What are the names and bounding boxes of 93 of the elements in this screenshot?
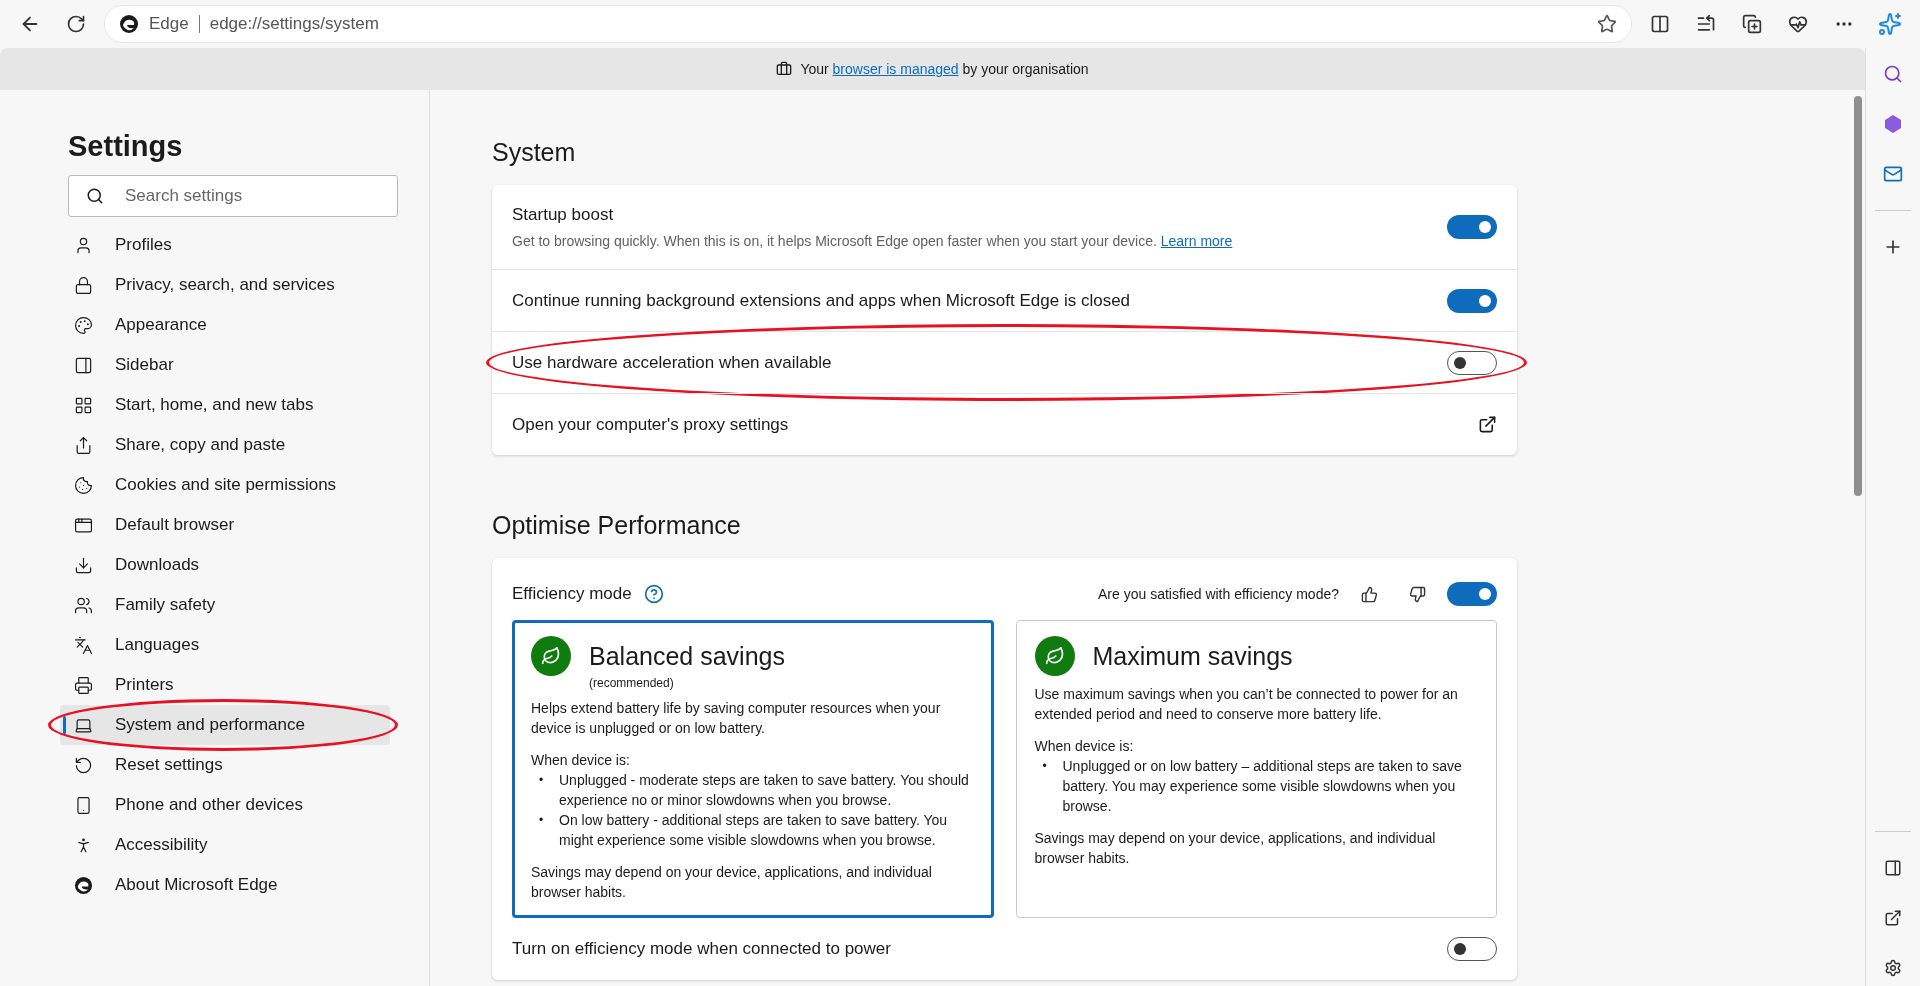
sidebar-item[interactable]: Reset settings bbox=[60, 745, 390, 785]
menu-item-icon bbox=[74, 395, 93, 415]
mode-option-card[interactable] bbox=[1015, 620, 1497, 918]
toggle-switch[interactable] bbox=[1447, 350, 1497, 375]
section-title: Optimise Performance bbox=[492, 511, 742, 540]
favorite-star-icon[interactable] bbox=[1597, 14, 1617, 34]
sidebar-item[interactable]: Sidebar bbox=[60, 345, 390, 385]
mail-app-icon[interactable] bbox=[1883, 164, 1903, 184]
mode-note: Savings may depend on your device, applications, and individual browser habits. bbox=[531, 863, 933, 902]
split-screen-icon[interactable] bbox=[1650, 14, 1670, 34]
menu-item-icon bbox=[74, 755, 93, 775]
sidebar-item[interactable]: Printers bbox=[60, 665, 390, 705]
setting-label: Startup boost bbox=[512, 205, 614, 224]
sidebar-item[interactable]: Cookies and site permissions bbox=[60, 465, 390, 505]
sidebar-item[interactable]: System and performance bbox=[60, 705, 390, 745]
sidebar-item[interactable]: Languages bbox=[60, 625, 390, 665]
heart-pulse-icon[interactable] bbox=[1788, 14, 1808, 34]
setting-label: Use hardware acceleration when available bbox=[512, 352, 832, 372]
address-label: Edge bbox=[149, 14, 189, 34]
section-title: System bbox=[492, 138, 577, 167]
panel-icon[interactable] bbox=[1884, 859, 1902, 877]
external-link-icon[interactable] bbox=[1478, 415, 1497, 434]
browser-logo-icon bbox=[74, 875, 93, 895]
browser-logo-icon bbox=[119, 14, 139, 34]
search-field[interactable]: Search settings bbox=[68, 175, 398, 217]
menu-item-icon bbox=[74, 475, 93, 495]
toggle-switch[interactable] bbox=[1447, 937, 1497, 961]
briefcase-icon bbox=[776, 61, 793, 77]
hexagon-app-icon[interactable] bbox=[1883, 114, 1903, 134]
bullet-mark: • bbox=[1042, 758, 1047, 775]
setting-label: Open your computer's proxy settings bbox=[512, 414, 789, 434]
bullet-mark: • bbox=[539, 772, 544, 789]
sidebar-item[interactable]: Profiles bbox=[60, 225, 390, 265]
mode-conditions-heading: When device is: bbox=[531, 751, 631, 770]
sidebar-item[interactable]: Accessibility bbox=[60, 825, 390, 865]
menu-item-icon bbox=[74, 315, 93, 335]
menu-item-icon bbox=[74, 355, 93, 375]
mode-subtitle: (recommended) bbox=[589, 676, 675, 690]
mode-conditions-heading: When device is: bbox=[1034, 737, 1135, 756]
sidebar-item[interactable]: Privacy, search, and services bbox=[60, 265, 390, 305]
mode-condition: Unplugged - moderate steps are taken to save battery. You should experience no or minor slowdowns when you browse. bbox=[559, 772, 969, 808]
address-bar[interactable]: Edge edge://settings/system bbox=[104, 5, 1632, 43]
thumbs-down-icon[interactable] bbox=[1408, 585, 1426, 603]
mode-condition: On low battery - additional steps are taken to save battery. You might experience some visible slowdowns when you browse. bbox=[559, 812, 948, 848]
leaf-icon bbox=[1034, 636, 1075, 676]
external-link-icon[interactable] bbox=[1884, 909, 1902, 927]
sidebar-item[interactable]: Default browser bbox=[60, 505, 390, 545]
sidebar-item[interactable]: Start, home, and new tabs bbox=[60, 385, 390, 425]
help-icon[interactable] bbox=[643, 584, 664, 604]
menu-item-icon bbox=[74, 675, 93, 695]
bullet-mark: • bbox=[539, 812, 544, 829]
sidebar-item[interactable]: Share, copy and paste bbox=[60, 425, 390, 465]
menu-item-icon bbox=[74, 555, 93, 575]
sidebar-item[interactable]: Downloads bbox=[60, 545, 390, 585]
scrollbar-thumb[interactable] bbox=[1854, 96, 1862, 496]
mode-option-card[interactable] bbox=[512, 620, 994, 918]
managed-link[interactable]: browser is managed bbox=[832, 61, 959, 77]
collections-icon[interactable] bbox=[1742, 14, 1762, 34]
thumbs-up-icon[interactable] bbox=[1360, 585, 1378, 603]
mode-description: Helps extend battery life by saving computer resources when your device is unplugged or on low battery. bbox=[531, 699, 942, 738]
toggle-switch[interactable] bbox=[1447, 215, 1497, 239]
search-icon[interactable] bbox=[1883, 64, 1903, 84]
sidebar-item[interactable]: Family safety bbox=[60, 585, 390, 625]
toggle-switch[interactable] bbox=[1447, 582, 1497, 606]
refresh-icon[interactable] bbox=[66, 14, 86, 34]
mode-condition: Unplugged or on low battery – additional steps are taken to save battery. You may experience some visible slowdowns when you browse. bbox=[1062, 758, 1462, 814]
mode-description: Use maximum savings when you can’t be connected to power for an extended period and need to conserve more battery life. bbox=[1034, 685, 1459, 724]
sidebar-item[interactable]: Phone and other devices bbox=[60, 785, 390, 825]
menu-item-icon bbox=[74, 635, 93, 655]
sidebar-item[interactable]: About Microsoft Edge bbox=[60, 865, 390, 905]
settings-icon[interactable] bbox=[1884, 959, 1902, 977]
sparkle-app-icon[interactable] bbox=[1878, 12, 1902, 36]
settings-title: Settings bbox=[68, 130, 184, 163]
mode-title: Balanced savings bbox=[589, 641, 785, 671]
feedback-question: Are you satisfied with efficiency mode? bbox=[1098, 586, 1339, 602]
setting-label: Continue running background extensions and apps when Microsoft Edge is closed bbox=[512, 290, 1131, 310]
menu-item-icon bbox=[74, 595, 93, 615]
menu-item-icon bbox=[74, 435, 93, 455]
managed-notice: Your browser is managed by your organisation bbox=[800, 61, 1089, 77]
menu-item-icon bbox=[74, 235, 93, 255]
menu-item-icon bbox=[74, 795, 93, 815]
favorites-icon[interactable] bbox=[1696, 14, 1716, 34]
leaf-icon bbox=[531, 636, 571, 676]
sidebar-item[interactable]: Appearance bbox=[60, 305, 390, 345]
mode-title: Maximum savings bbox=[1092, 641, 1293, 671]
learn-more-link[interactable]: Learn more bbox=[1160, 233, 1233, 249]
url-text: edge://settings/system bbox=[209, 14, 380, 34]
toggle-switch[interactable] bbox=[1447, 288, 1497, 313]
setting-label: Efficiency mode bbox=[512, 584, 632, 604]
mode-note: Savings may depend on your device, applications, and individual browser habits. bbox=[1034, 829, 1437, 868]
menu-item-icon bbox=[74, 275, 93, 295]
setting-label: Turn on efficiency mode when connected to power bbox=[512, 939, 891, 959]
setting-description: Get to browsing quickly. When this is on, it helps Microsoft Edge open faster when you start your device. Learn more bbox=[512, 233, 1233, 249]
